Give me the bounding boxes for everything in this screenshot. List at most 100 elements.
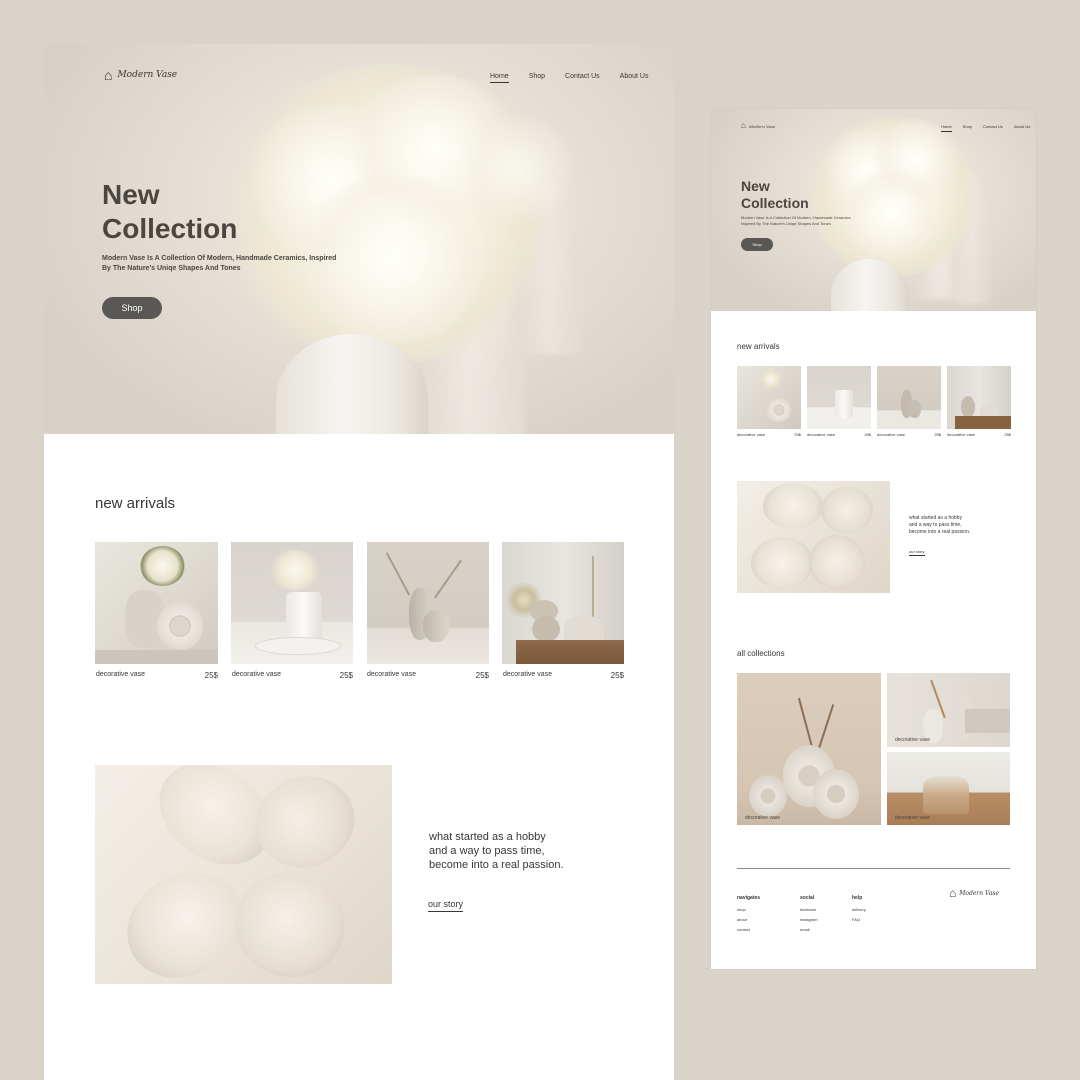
- product-image[interactable]: [737, 366, 801, 429]
- hero-banner: ⌂ Modern Vase Home Shop Contact Us About…: [711, 109, 1036, 311]
- house-logo-icon: ⌂: [949, 886, 957, 900]
- product-caption: decorative vase 25$: [807, 432, 871, 437]
- footer-col-social: social facebook instagram email: [800, 895, 818, 937]
- product-price: 25$: [794, 432, 801, 437]
- story-text: what started as a hobby and a way to pas…: [429, 830, 564, 872]
- product-name: decorative vase: [232, 671, 282, 678]
- product-price: 25$: [204, 671, 218, 680]
- hero-title-line1: New: [102, 179, 160, 210]
- hero-title-line1: New: [741, 178, 770, 194]
- footer-link[interactable]: facebook: [800, 907, 818, 912]
- footer-divider: [737, 868, 1010, 869]
- our-story-link[interactable]: our story: [909, 549, 925, 556]
- house-logo-icon: ⌂: [104, 67, 113, 83]
- hero-title-line2: Collection: [741, 195, 809, 211]
- nav-contact[interactable]: Contact Us: [565, 73, 600, 83]
- product-image[interactable]: [231, 542, 353, 664]
- footer-heading: help: [852, 895, 863, 901]
- our-story-link[interactable]: our story: [428, 899, 464, 912]
- nav-shop[interactable]: Shop: [963, 124, 972, 132]
- new-arrivals-title: new arrivals: [737, 342, 780, 351]
- story-line: what started as a hobby: [909, 515, 963, 521]
- brand-name: Modern Vase: [959, 889, 1000, 897]
- product-image[interactable]: [367, 542, 489, 664]
- product-name: decorative vase: [367, 671, 417, 678]
- footer-link[interactable]: FAQ: [852, 917, 866, 922]
- hero-title: New Collection: [741, 178, 841, 212]
- hero-banner: ⌂ Modern Vase Home Shop Contact Us About…: [44, 44, 674, 434]
- nav-home[interactable]: Home: [490, 73, 509, 83]
- desktop-mockup: ⌂ Modern Vase Home Shop Contact Us About…: [44, 44, 674, 1080]
- story-line: become into a real passion.: [909, 529, 971, 535]
- product-price: 25$: [934, 432, 941, 437]
- footer-link[interactable]: delivery: [852, 907, 866, 912]
- nav-contact[interactable]: Contact Us: [983, 124, 1003, 132]
- product-caption: decorative vase 25$: [947, 432, 1011, 437]
- footer-logo[interactable]: ⌂ Modern Vase: [949, 887, 999, 899]
- collection-image[interactable]: decorative vase: [887, 673, 1010, 747]
- brand-name: Modern Vase: [748, 123, 776, 129]
- product-image[interactable]: [807, 366, 871, 429]
- footer-link[interactable]: shop: [737, 907, 760, 912]
- nav-about[interactable]: About Us: [1014, 124, 1030, 132]
- footer-heading: social: [800, 895, 815, 901]
- product-name: decorative vase: [877, 432, 906, 437]
- product-caption: decorative vase 25$: [96, 671, 218, 680]
- story-line: and a way to pass time,: [909, 522, 962, 528]
- footer-link[interactable]: email: [800, 927, 818, 932]
- product-name: decorative vase: [503, 671, 553, 678]
- product-price: 25$: [610, 671, 624, 680]
- footer-col-navigates: navigates shop about contact: [737, 895, 760, 937]
- footer-link[interactable]: contact: [737, 927, 760, 932]
- product-caption: decorative vase 25$: [737, 432, 801, 437]
- footer-link[interactable]: instagram: [800, 917, 818, 922]
- hero-title: New Collection: [102, 178, 302, 246]
- product-name: decorative vase: [807, 432, 836, 437]
- main-nav: Home Shop Contact Us About Us: [941, 124, 1030, 132]
- story-line: what started as a hobby: [429, 831, 546, 843]
- new-arrivals-title: new arrivals: [95, 495, 176, 512]
- collection-image[interactable]: decorative vase: [887, 752, 1010, 825]
- hero-title-line2: Collection: [102, 213, 238, 244]
- product-image[interactable]: [877, 366, 941, 429]
- collection-label: decorative vase: [895, 815, 931, 821]
- hero-subtitle: Modern Vase Is A Collection Of Modern, H…: [741, 215, 852, 226]
- product-name: decorative vase: [737, 432, 766, 437]
- product-name: decorative vase: [96, 671, 146, 678]
- story-image: [737, 481, 890, 593]
- shop-button[interactable]: Shop: [102, 297, 162, 319]
- footer-col-help: help delivery FAQ: [852, 895, 866, 927]
- product-price: 25$: [475, 671, 489, 680]
- product-caption: decorative vase 25$: [232, 671, 353, 680]
- shop-button[interactable]: Shop: [741, 238, 773, 251]
- all-collections-title: all collections: [737, 649, 785, 658]
- product-image[interactable]: [947, 366, 1011, 429]
- brand-logo[interactable]: ⌂ Modern Vase: [104, 68, 177, 82]
- footer-heading: navigates: [737, 895, 761, 901]
- story-text: what started as a hobby and a way to pas…: [909, 515, 970, 536]
- story-line: and a way to pass time,: [429, 845, 545, 857]
- mobile-mockup: ⌂ Modern Vase Home Shop Contact Us About…: [711, 109, 1036, 969]
- nav-home[interactable]: Home: [941, 124, 952, 132]
- collection-label: decorative vase: [745, 815, 781, 821]
- nav-about[interactable]: About Us: [620, 73, 649, 83]
- story-line: become into a real passion.: [429, 859, 564, 871]
- house-logo-icon: ⌂: [741, 121, 746, 130]
- product-caption: decorative vase 25$: [367, 671, 489, 680]
- collection-image[interactable]: decorative vase: [737, 673, 881, 825]
- product-caption: decorative vase 25$: [877, 432, 941, 437]
- product-image[interactable]: [502, 542, 624, 664]
- story-image: [95, 765, 392, 984]
- brand-name: Modern Vase: [117, 70, 178, 80]
- nav-shop[interactable]: Shop: [529, 73, 545, 83]
- product-price: 25$: [864, 432, 871, 437]
- product-image[interactable]: [95, 542, 218, 664]
- hero-subtitle: Modern Vase Is A Collection Of Modern, H…: [102, 255, 337, 272]
- product-caption: decorative vase 25$: [503, 671, 624, 680]
- product-price: 25$: [339, 671, 353, 680]
- product-name: decorative vase: [947, 432, 976, 437]
- product-price: 25$: [1004, 432, 1011, 437]
- collection-label: decorative vase: [895, 737, 931, 743]
- footer-link[interactable]: about: [737, 917, 760, 922]
- brand-logo[interactable]: ⌂ Modern Vase: [741, 122, 775, 130]
